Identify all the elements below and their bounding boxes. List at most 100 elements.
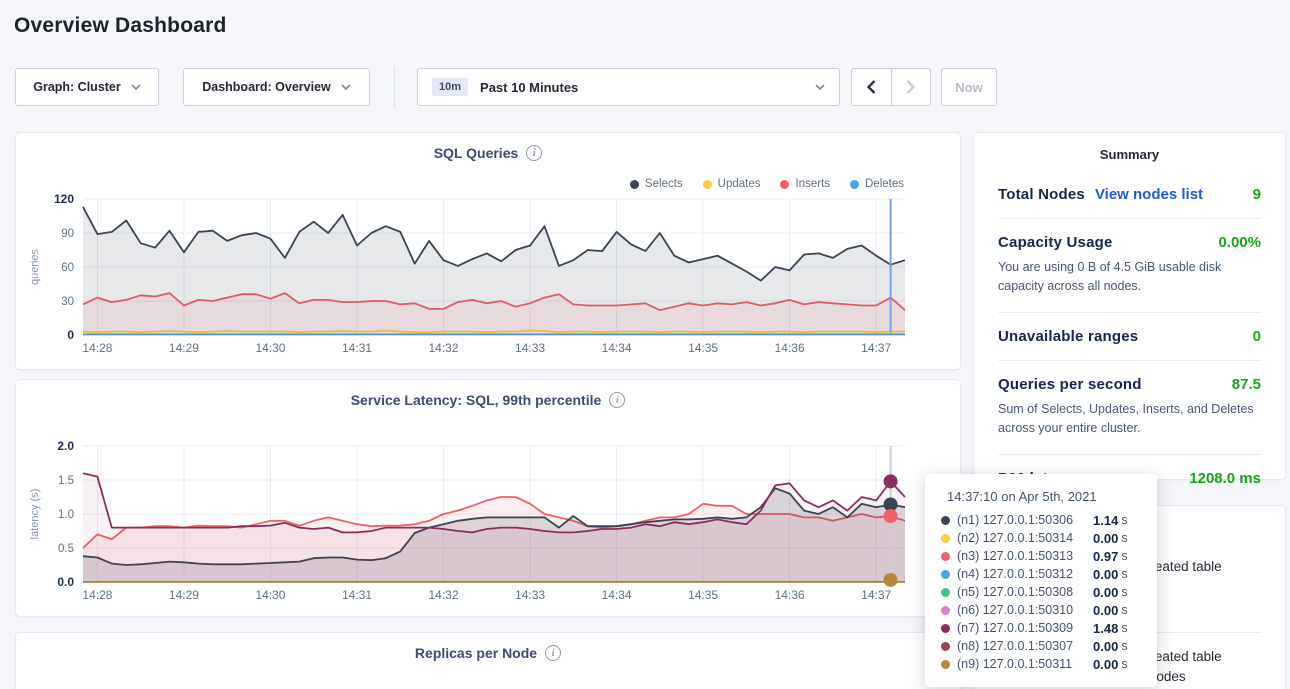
- view-nodes-list-link[interactable]: View nodes list: [1095, 186, 1203, 203]
- sql-queries-plot[interactable]: 030609012014:2814:2914:3014:3114:3214:33…: [16, 133, 960, 369]
- legend-item-updates[interactable]: Updates: [703, 178, 761, 190]
- node-color-dot: [941, 624, 950, 633]
- legend-label: Deletes: [865, 178, 904, 190]
- chart-hover-tooltip: 14:37:10 on Apr 5th, 2021 (n1) 127.0.0.1…: [925, 474, 1157, 687]
- tooltip-node-address: (n3) 127.0.0.1:50313: [957, 549, 1087, 563]
- tooltip-node-value: 0.00: [1093, 603, 1118, 618]
- time-range-label: Past 10 Minutes: [480, 80, 578, 95]
- capacity-usage-description: You are using 0 B of 4.5 GiB usable disk…: [998, 258, 1261, 297]
- svg-text:14:34: 14:34: [602, 588, 632, 602]
- chevron-down-icon: [341, 84, 351, 90]
- tooltip-node-value: 1.48: [1093, 621, 1118, 636]
- svg-text:0: 0: [67, 328, 74, 342]
- svg-text:120: 120: [54, 192, 74, 206]
- svg-text:90: 90: [61, 228, 74, 240]
- node-color-dot: [941, 642, 950, 651]
- tooltip-row: (n6) 127.0.0.1:503100.00s: [941, 601, 1139, 619]
- queries-per-second-label: Queries per second: [998, 376, 1142, 393]
- node-color-dot: [941, 534, 950, 543]
- capacity-usage-value: 0.00%: [1218, 234, 1261, 251]
- chevron-down-icon: [815, 84, 825, 90]
- page-title: Overview Dashboard: [14, 14, 227, 38]
- time-nav-group: [851, 68, 931, 106]
- svg-text:1.5: 1.5: [58, 475, 74, 487]
- tooltip-node-value: 0.00: [1093, 531, 1118, 546]
- time-next-button[interactable]: [891, 69, 930, 105]
- time-prev-button[interactable]: [852, 69, 891, 105]
- legend-item-selects[interactable]: Selects: [630, 178, 683, 190]
- tooltip-node-unit: s: [1121, 639, 1127, 653]
- svg-text:queries: queries: [29, 248, 41, 285]
- tooltip-node-unit: s: [1121, 657, 1127, 671]
- tooltip-row: (n9) 127.0.0.1:503110.00s: [941, 655, 1139, 673]
- svg-text:14:33: 14:33: [515, 341, 545, 355]
- summary-panel: Summary Total Nodes View nodes list 9 Ca…: [973, 132, 1286, 480]
- summary-divider: [998, 360, 1261, 361]
- tooltip-row: (n7) 127.0.0.1:503091.48s: [941, 619, 1139, 637]
- info-icon[interactable]: i: [545, 645, 561, 661]
- svg-text:60: 60: [61, 262, 74, 274]
- node-color-dot: [941, 606, 950, 615]
- svg-text:14:32: 14:32: [429, 341, 459, 355]
- now-button-label: Now: [955, 80, 982, 95]
- node-color-dot: [941, 516, 950, 525]
- sql-queries-chart-card: SQL Queries i 030609012014:2814:2914:301…: [15, 132, 961, 370]
- capacity-usage-label: Capacity Usage: [998, 234, 1113, 251]
- legend-dot: [780, 180, 789, 189]
- svg-text:14:31: 14:31: [342, 588, 372, 602]
- dashboard-selector-label: Dashboard: Overview: [202, 80, 331, 94]
- svg-text:14:35: 14:35: [688, 588, 718, 602]
- chevron-right-icon: [906, 80, 915, 94]
- node-color-dot: [941, 552, 950, 561]
- svg-text:0.0: 0.0: [57, 575, 74, 589]
- svg-text:14:35: 14:35: [688, 341, 718, 355]
- svg-text:14:32: 14:32: [429, 588, 459, 602]
- tooltip-node-value: 0.00: [1093, 567, 1118, 582]
- tooltip-node-value: 0.00: [1093, 639, 1118, 654]
- tooltip-node-address: (n5) 127.0.0.1:50308: [957, 585, 1087, 599]
- queries-per-second-value: 87.5: [1232, 376, 1261, 393]
- node-color-dot: [941, 660, 950, 669]
- legend-dot: [703, 180, 712, 189]
- tooltip-node-unit: s: [1121, 585, 1127, 599]
- summary-divider: [998, 312, 1261, 313]
- p99-latency-value: 1208.0 ms: [1189, 470, 1261, 487]
- unavailable-ranges-value: 0: [1253, 328, 1261, 345]
- tooltip-row: (n2) 127.0.0.1:503140.00s: [941, 529, 1139, 547]
- time-range-picker[interactable]: 10m Past 10 Minutes: [417, 68, 840, 106]
- now-button[interactable]: Now: [941, 68, 997, 106]
- svg-text:30: 30: [61, 296, 74, 308]
- controls-divider: [394, 66, 395, 108]
- svg-text:14:28: 14:28: [82, 341, 112, 355]
- svg-text:2.0: 2.0: [57, 439, 74, 453]
- summary-divider: [998, 218, 1261, 219]
- svg-text:0.5: 0.5: [58, 543, 74, 555]
- tooltip-node-value: 1.14: [1093, 513, 1118, 528]
- svg-text:14:31: 14:31: [342, 341, 372, 355]
- graph-selector-label: Graph: Cluster: [33, 80, 121, 94]
- tooltip-node-unit: s: [1121, 621, 1127, 635]
- unavailable-ranges-label: Unavailable ranges: [998, 328, 1138, 345]
- chevron-left-icon: [867, 80, 876, 94]
- tooltip-node-unit: s: [1121, 567, 1127, 581]
- svg-text:14:36: 14:36: [775, 341, 805, 355]
- legend-item-deletes[interactable]: Deletes: [850, 178, 904, 190]
- tooltip-node-address: (n9) 127.0.0.1:50311: [957, 657, 1087, 671]
- svg-text:latency (s): latency (s): [29, 489, 41, 540]
- replicas-per-node-chart-card: Replicas per Node i: [15, 632, 961, 689]
- graph-selector-dropdown[interactable]: Graph: Cluster: [15, 68, 159, 106]
- summary-title: Summary: [998, 147, 1261, 162]
- legend-label: Updates: [718, 178, 761, 190]
- tooltip-node-value: 0.00: [1093, 585, 1118, 600]
- tooltip-node-unit: s: [1121, 549, 1127, 563]
- dashboard-selector-dropdown[interactable]: Dashboard: Overview: [183, 68, 370, 106]
- svg-text:14:37: 14:37: [861, 588, 891, 602]
- legend-label: Selects: [645, 178, 683, 190]
- tooltip-timestamp: 14:37:10 on Apr 5th, 2021: [947, 489, 1139, 504]
- service-latency-plot[interactable]: 0.00.51.01.52.014:2814:2914:3014:3114:32…: [16, 380, 960, 616]
- sql-queries-legend: Selects Updates Inserts Deletes: [630, 178, 904, 190]
- svg-text:14:29: 14:29: [169, 341, 199, 355]
- svg-text:14:37: 14:37: [861, 341, 891, 355]
- legend-item-inserts[interactable]: Inserts: [780, 178, 830, 190]
- node-color-dot: [941, 588, 950, 597]
